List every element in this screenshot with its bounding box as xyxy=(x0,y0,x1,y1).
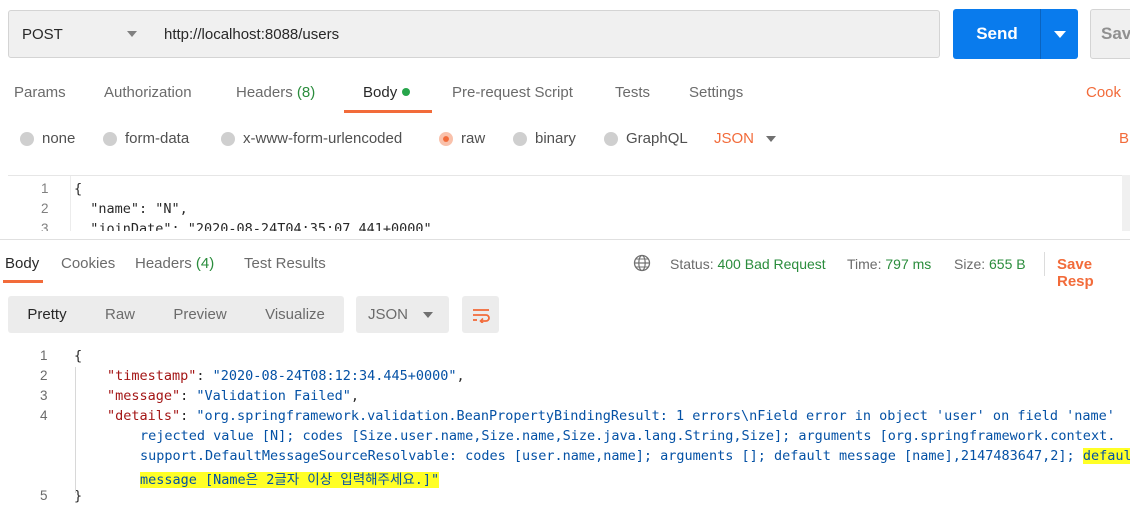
tab-tests[interactable]: Tests xyxy=(615,84,650,101)
view-preview-button[interactable]: Preview xyxy=(154,296,246,333)
response-tab-headers[interactable]: Headers (4) xyxy=(135,255,214,272)
code-line: { xyxy=(74,181,83,197)
radio-graphql[interactable]: GraphQL xyxy=(604,130,688,147)
line-number: 3 xyxy=(40,388,48,403)
radio-raw[interactable]: raw xyxy=(439,130,485,147)
headers-count: (4) xyxy=(195,255,215,272)
active-tab-indicator xyxy=(344,110,432,113)
chevron-down-icon[interactable] xyxy=(766,136,776,142)
code-line-details: "details": "org.springframework.validati… xyxy=(107,408,1115,424)
tab-headers[interactable]: Headers (8) xyxy=(236,84,315,101)
time-info: Time: 797 ms xyxy=(847,256,932,272)
method-select[interactable]: POST xyxy=(8,10,152,58)
code-line-details-wrap: message [Name은 2글자 이상 입력해주세요.]" xyxy=(136,467,443,489)
body-indicator-dot-icon xyxy=(402,88,411,96)
size-info: Size: 655 B xyxy=(954,256,1026,272)
radio-none[interactable]: none xyxy=(20,130,75,147)
code-line-details-wrap: support.DefaultMessageSourceResolvable: … xyxy=(140,448,1130,464)
view-pretty-button[interactable]: Pretty xyxy=(8,296,86,333)
pane-divider[interactable] xyxy=(0,239,1130,240)
separator xyxy=(1044,252,1045,276)
save-response-button[interactable]: Save Resp xyxy=(1057,256,1130,290)
url-input[interactable]: http://localhost:8088/users xyxy=(151,10,940,58)
size-value: 655 B xyxy=(989,256,1026,272)
status-info: Status: 400 Bad Request xyxy=(670,256,826,272)
code-line-details-wrap: rejected value [N]; codes [Size.user.nam… xyxy=(140,428,1116,444)
active-tab-indicator xyxy=(3,280,43,283)
method-label: POST xyxy=(22,25,63,43)
line-number: 4 xyxy=(40,408,48,423)
view-visualize-button[interactable]: Visualize xyxy=(246,296,344,333)
status-value: 400 Bad Request xyxy=(717,256,826,272)
search-highlight: message [Name은 2글자 이상 입력해주세요.]" xyxy=(140,472,440,488)
radio-circle-icon xyxy=(20,131,34,146)
editor-scrollbar[interactable] xyxy=(1122,175,1130,231)
response-tab-body[interactable]: Body xyxy=(5,255,39,272)
chevron-down-icon xyxy=(423,312,433,318)
wrap-lines-icon xyxy=(472,308,490,323)
tab-body[interactable]: Body xyxy=(363,84,411,101)
code-line-message: "message": "Validation Failed", xyxy=(107,388,359,404)
globe-icon[interactable] xyxy=(633,254,651,272)
url-text: http://localhost:8088/users xyxy=(164,25,340,43)
view-raw-button[interactable]: Raw xyxy=(86,296,154,333)
line-number: 2 xyxy=(41,201,49,216)
response-tab-cookies[interactable]: Cookies xyxy=(61,255,115,272)
radio-circle-icon xyxy=(103,131,117,146)
radio-x-www-form-urlencoded[interactable]: x-www-form-urlencoded xyxy=(221,130,402,147)
indent-guide xyxy=(75,367,76,493)
wrap-lines-button[interactable] xyxy=(462,296,499,333)
code-line: "name": "N", xyxy=(74,201,188,217)
response-body-viewer[interactable]: 1 2 3 4 5 { "timestamp": "2020-08-24T08:… xyxy=(0,340,1130,524)
chevron-down-icon xyxy=(127,31,137,37)
radio-circle-icon xyxy=(604,131,618,146)
tab-authorization[interactable]: Authorization xyxy=(104,84,192,101)
response-format-select[interactable]: JSON xyxy=(356,296,449,333)
line-number: 1 xyxy=(40,348,48,363)
cookies-link[interactable]: Cook xyxy=(1086,84,1121,101)
radio-selected-icon xyxy=(439,131,453,146)
time-value: 797 ms xyxy=(885,256,932,272)
save-button[interactable]: Sav xyxy=(1090,9,1130,59)
headers-count: (8) xyxy=(296,84,316,101)
save-label: Sav xyxy=(1101,24,1130,43)
send-label: Send xyxy=(976,24,1018,43)
tab-params[interactable]: Params xyxy=(14,84,66,101)
line-number: 5 xyxy=(40,488,48,503)
line-number: 2 xyxy=(40,368,48,383)
send-button[interactable]: Send xyxy=(953,9,1041,59)
radio-circle-icon xyxy=(221,131,235,146)
response-tab-test-results[interactable]: Test Results xyxy=(244,255,326,272)
open-brace: { xyxy=(74,348,83,364)
tab-settings[interactable]: Settings xyxy=(689,84,743,101)
view-mode-group: Pretty Raw Preview Visualize xyxy=(8,296,344,333)
radio-binary[interactable]: binary xyxy=(513,130,576,147)
radio-circle-icon xyxy=(513,131,527,146)
tab-pre-request-script[interactable]: Pre-request Script xyxy=(452,84,573,101)
radio-form-data[interactable]: form-data xyxy=(103,130,189,147)
line-number: 1 xyxy=(41,181,49,196)
beautify-link[interactable]: B xyxy=(1119,130,1129,147)
line-number: 3 xyxy=(41,221,49,231)
code-line-timestamp: "timestamp": "2020-08-24T08:12:34.445+00… xyxy=(107,368,465,384)
search-highlight: default xyxy=(1082,448,1130,464)
request-body-editor[interactable]: 1 2 3 { "name": "N", "joinDate": "2020-0… xyxy=(8,175,1130,231)
body-format-select[interactable]: JSON xyxy=(714,130,754,147)
code-line: "joinDate": "2020-08-24T04:35:07.441+000… xyxy=(74,221,432,231)
chevron-down-icon xyxy=(1054,31,1066,38)
editor-gutter xyxy=(8,176,71,231)
send-options-button[interactable] xyxy=(1040,9,1078,59)
